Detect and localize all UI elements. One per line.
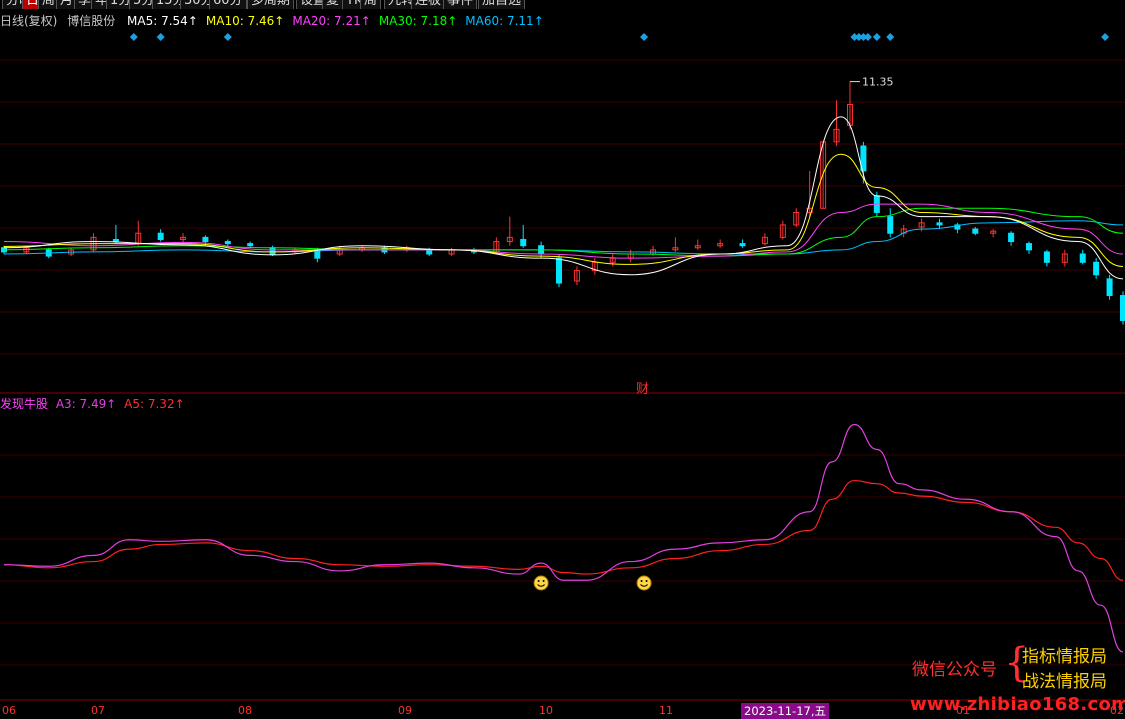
smiley-icon <box>533 575 549 591</box>
signal-marker <box>156 33 165 41</box>
signal-marker <box>863 33 872 41</box>
ma-legend-item: MA30: 7.18↑ <box>378 14 458 28</box>
signal-marker <box>223 33 232 41</box>
smiley-eye <box>537 580 540 582</box>
ma-legend-item: MA60: 7.11↑ <box>465 14 544 28</box>
x-tick-label: 06 <box>2 704 16 717</box>
a5-line <box>3 479 1124 581</box>
candle-body <box>247 243 254 247</box>
candle-body <box>1106 278 1113 297</box>
ma-lines <box>3 116 1124 280</box>
signal-marker <box>886 33 895 41</box>
candle-body <box>269 247 276 255</box>
indicator-a3: A3: 7.49↑ <box>55 397 117 411</box>
ma-legend-item: MA5: 7.54↑ <box>127 14 198 28</box>
candle-body <box>202 236 209 243</box>
signal-marker <box>640 33 649 41</box>
smiley-eye <box>640 580 643 582</box>
ma60-line <box>3 220 1124 255</box>
watermark-url: www.zhibiao168.com <box>910 694 1125 715</box>
signal-marker <box>1101 33 1110 41</box>
signal-marker <box>129 33 138 41</box>
watermark: 微信公众号 { 指标情报局 战法情报局 <box>912 641 1122 692</box>
ma-legend-item: MA20: 7.21↑ <box>292 14 371 28</box>
peak-annotation: 11.35 <box>849 76 894 89</box>
candle-body <box>224 241 231 245</box>
candlesticks <box>1 81 1125 325</box>
smiley-eye <box>542 580 545 582</box>
candle-body <box>936 222 943 226</box>
x-tick-label: 09 <box>398 704 412 717</box>
watermark-right1: 指标情报局 <box>1022 647 1107 667</box>
cursor-date: 2023-11-17,五 <box>741 703 829 719</box>
candle-body <box>426 249 433 255</box>
x-tick-label: 08 <box>238 704 252 717</box>
peak-label: 11.35 <box>862 76 894 89</box>
ma30-line <box>3 207 1124 257</box>
smiley-eye <box>645 580 648 582</box>
candle-body <box>887 216 894 234</box>
a3-line <box>3 423 1124 653</box>
x-tick-label: 11 <box>659 704 673 717</box>
indicator-info-bar: 发现牛股 A3: 7.49↑ A5: 7.32↑ <box>0 395 185 413</box>
indicator-a5: A5: 7.32↑ <box>124 397 185 411</box>
candle-body <box>972 228 979 234</box>
candle-body <box>1008 232 1015 243</box>
candle-body <box>157 232 164 240</box>
period-label: 日线(复权) <box>0 14 58 28</box>
ma-legend-item: MA10: 7.46↑ <box>205 14 285 28</box>
candle-body <box>739 243 746 247</box>
candle-body <box>556 257 563 284</box>
candle-body <box>112 238 119 243</box>
watermark-right2: 战法情报局 <box>1022 672 1107 692</box>
watermark-left: 微信公众号 <box>912 660 997 680</box>
indicator-lines <box>3 423 1124 653</box>
smiley-icon <box>636 575 652 591</box>
candle-body <box>520 238 527 247</box>
candle-body <box>1093 261 1100 276</box>
candle-body <box>1120 295 1125 321</box>
grid-lines <box>0 59 1125 701</box>
stock-chart: 11.35 <box>0 33 1125 701</box>
candle-body <box>1043 251 1050 263</box>
ma-legend: MA5: 7.54↑ MA10: 7.46↑ MA20: 7.21↑ MA30: 7.… <box>121 14 546 28</box>
stock-name: 博信股份 <box>67 14 116 28</box>
signal-icons <box>533 575 652 591</box>
signal-marker <box>872 33 881 41</box>
price-info-bar: 日线(复权) 博信股份 MA5: 7.54↑ MA10: 7.46↑ MA20: 7… <box>0 12 548 30</box>
candle-body <box>1026 243 1033 251</box>
x-tick-label: 07 <box>91 704 105 717</box>
candle-body <box>1079 253 1086 263</box>
signal-markers <box>129 33 1110 41</box>
finance-marker[interactable]: 财 <box>636 378 649 397</box>
x-tick-label: 10 <box>539 704 553 717</box>
indicator-name: 发现牛股 <box>0 397 49 411</box>
